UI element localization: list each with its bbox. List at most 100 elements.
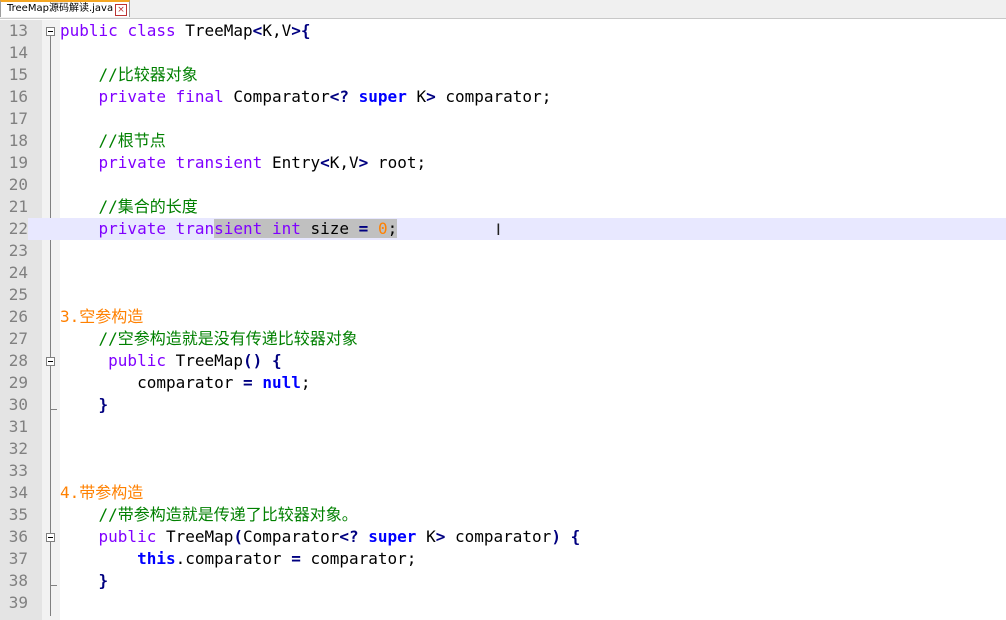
token: 0 <box>377 219 388 238</box>
i-beam-cursor-icon: I <box>496 220 501 239</box>
code-line-30: 30 } <box>0 394 1006 416</box>
code-line-33: 33 <box>0 460 1006 482</box>
token: Entry <box>262 153 321 172</box>
line-code[interactable]: comparator = null; <box>60 372 310 394</box>
line-number: 22 <box>0 218 28 240</box>
line-code[interactable]: } <box>60 394 109 416</box>
token: tran <box>175 219 215 238</box>
line-code[interactable]: } <box>60 570 109 592</box>
token: < <box>320 153 330 172</box>
code-line-34: 34 4.带参构造 <box>0 482 1006 504</box>
line-number: 31 <box>8 417 28 436</box>
comment[interactable]: //带参构造就是传递了比较器对象。 <box>60 504 358 526</box>
token: private <box>60 87 166 106</box>
line-number: 25 <box>8 285 28 304</box>
token: = <box>291 549 301 568</box>
token: size <box>300 219 359 238</box>
line-number: 19 <box>8 153 28 172</box>
line-number: 37 <box>8 549 28 568</box>
token: int <box>271 219 301 238</box>
token: <? <box>329 87 350 106</box>
code-line-32: 32 <box>0 438 1006 460</box>
line-code[interactable]: public TreeMap() { <box>60 350 282 372</box>
token: { <box>271 351 282 370</box>
token: } <box>98 571 109 590</box>
token: Comparator <box>243 527 340 546</box>
close-icon[interactable]: × <box>115 4 128 16</box>
line-code[interactable]: public TreeMap(Comparator<? super K> com… <box>60 526 581 548</box>
token: null <box>262 373 301 392</box>
code-line-21: 21 //集合的长度 <box>0 196 1006 218</box>
token: K <box>416 527 436 546</box>
token: .comparator <box>175 549 292 568</box>
code-line-39: 39 <box>0 592 1006 614</box>
token: TreeMap <box>175 21 253 40</box>
code-line-17: 17 <box>0 108 1006 130</box>
token: >{ <box>291 21 311 40</box>
line-code[interactable]: private transient Entry<K,V> root; <box>60 152 427 174</box>
file-tab[interactable]: TreeMap源码解读.java × <box>0 0 131 17</box>
code-line-19: 19 private transient Entry<K,V> root; <box>0 152 1006 174</box>
line-code[interactable]: private final Comparator<? super K> comp… <box>60 86 552 108</box>
token: > <box>358 153 369 172</box>
token: TreeMap <box>165 351 244 370</box>
comment[interactable]: //空参构造就是没有传递比较器对象 <box>60 328 358 350</box>
code-line-29: 29 comparator = null; <box>0 372 1006 394</box>
code-line-14: 14 <box>0 42 1006 64</box>
code-line-26: 26 3.空参构造 <box>0 306 1006 328</box>
line-code[interactable]: this.comparator = comparator; <box>60 548 416 570</box>
line-number: 29 <box>8 373 28 392</box>
token: } <box>98 395 109 414</box>
token: transient <box>175 153 263 172</box>
line-number: 16 <box>8 87 28 106</box>
comment[interactable]: //根节点 <box>60 130 166 152</box>
line-number: 34 <box>8 483 28 502</box>
line-number: 33 <box>8 461 28 480</box>
token: this <box>137 549 176 568</box>
line-number: 30 <box>8 395 28 414</box>
code-line-38: 38 } <box>0 570 1006 592</box>
comment[interactable]: //集合的长度 <box>60 196 198 218</box>
code-line-13: 13 public class TreeMap<K,V>{ <box>0 20 1006 42</box>
token: private <box>60 219 166 238</box>
line-number: 27 <box>8 329 28 348</box>
comment[interactable]: //比较器对象 <box>60 64 198 86</box>
line-number: 36 <box>8 527 28 546</box>
token: { <box>570 527 581 546</box>
token: ) <box>551 527 561 546</box>
code-line-16: 16 private final Comparator<? super K> c… <box>0 86 1006 108</box>
code-line-22-current: 22 private transient int size = 0; <box>0 218 1006 240</box>
tab-bar: TreeMap源码解读.java × <box>0 0 1006 19</box>
token: < <box>252 21 263 40</box>
token: > <box>435 527 446 546</box>
token: ( <box>233 527 244 546</box>
tab-title: TreeMap源码解读.java <box>7 3 114 14</box>
token: private <box>60 153 166 172</box>
line-number: 17 <box>8 109 28 128</box>
token: comparator; <box>435 87 552 106</box>
code-line-35: 35 //带参构造就是传递了比较器对象。 <box>0 504 1006 526</box>
line-code[interactable]: public class TreeMap<K,V>{ <box>60 20 310 42</box>
section-heading[interactable]: 4.带参构造 <box>60 482 143 504</box>
token: = <box>243 373 253 392</box>
token: ; <box>300 373 311 392</box>
token: public <box>60 527 157 546</box>
line-code[interactable]: private transient int size = 0; <box>60 218 398 240</box>
token: class <box>127 21 176 40</box>
token: super <box>358 87 407 106</box>
code-line-15: 15 //比较器对象 <box>0 64 1006 86</box>
line-number: 28 <box>8 351 28 370</box>
token: = <box>358 219 369 238</box>
code-line-23: 23 <box>0 240 1006 262</box>
token: super <box>368 527 417 546</box>
token: final <box>175 87 224 106</box>
section-heading[interactable]: 3.空参构造 <box>60 306 143 328</box>
token: () <box>243 351 263 370</box>
token: TreeMap <box>156 527 234 546</box>
